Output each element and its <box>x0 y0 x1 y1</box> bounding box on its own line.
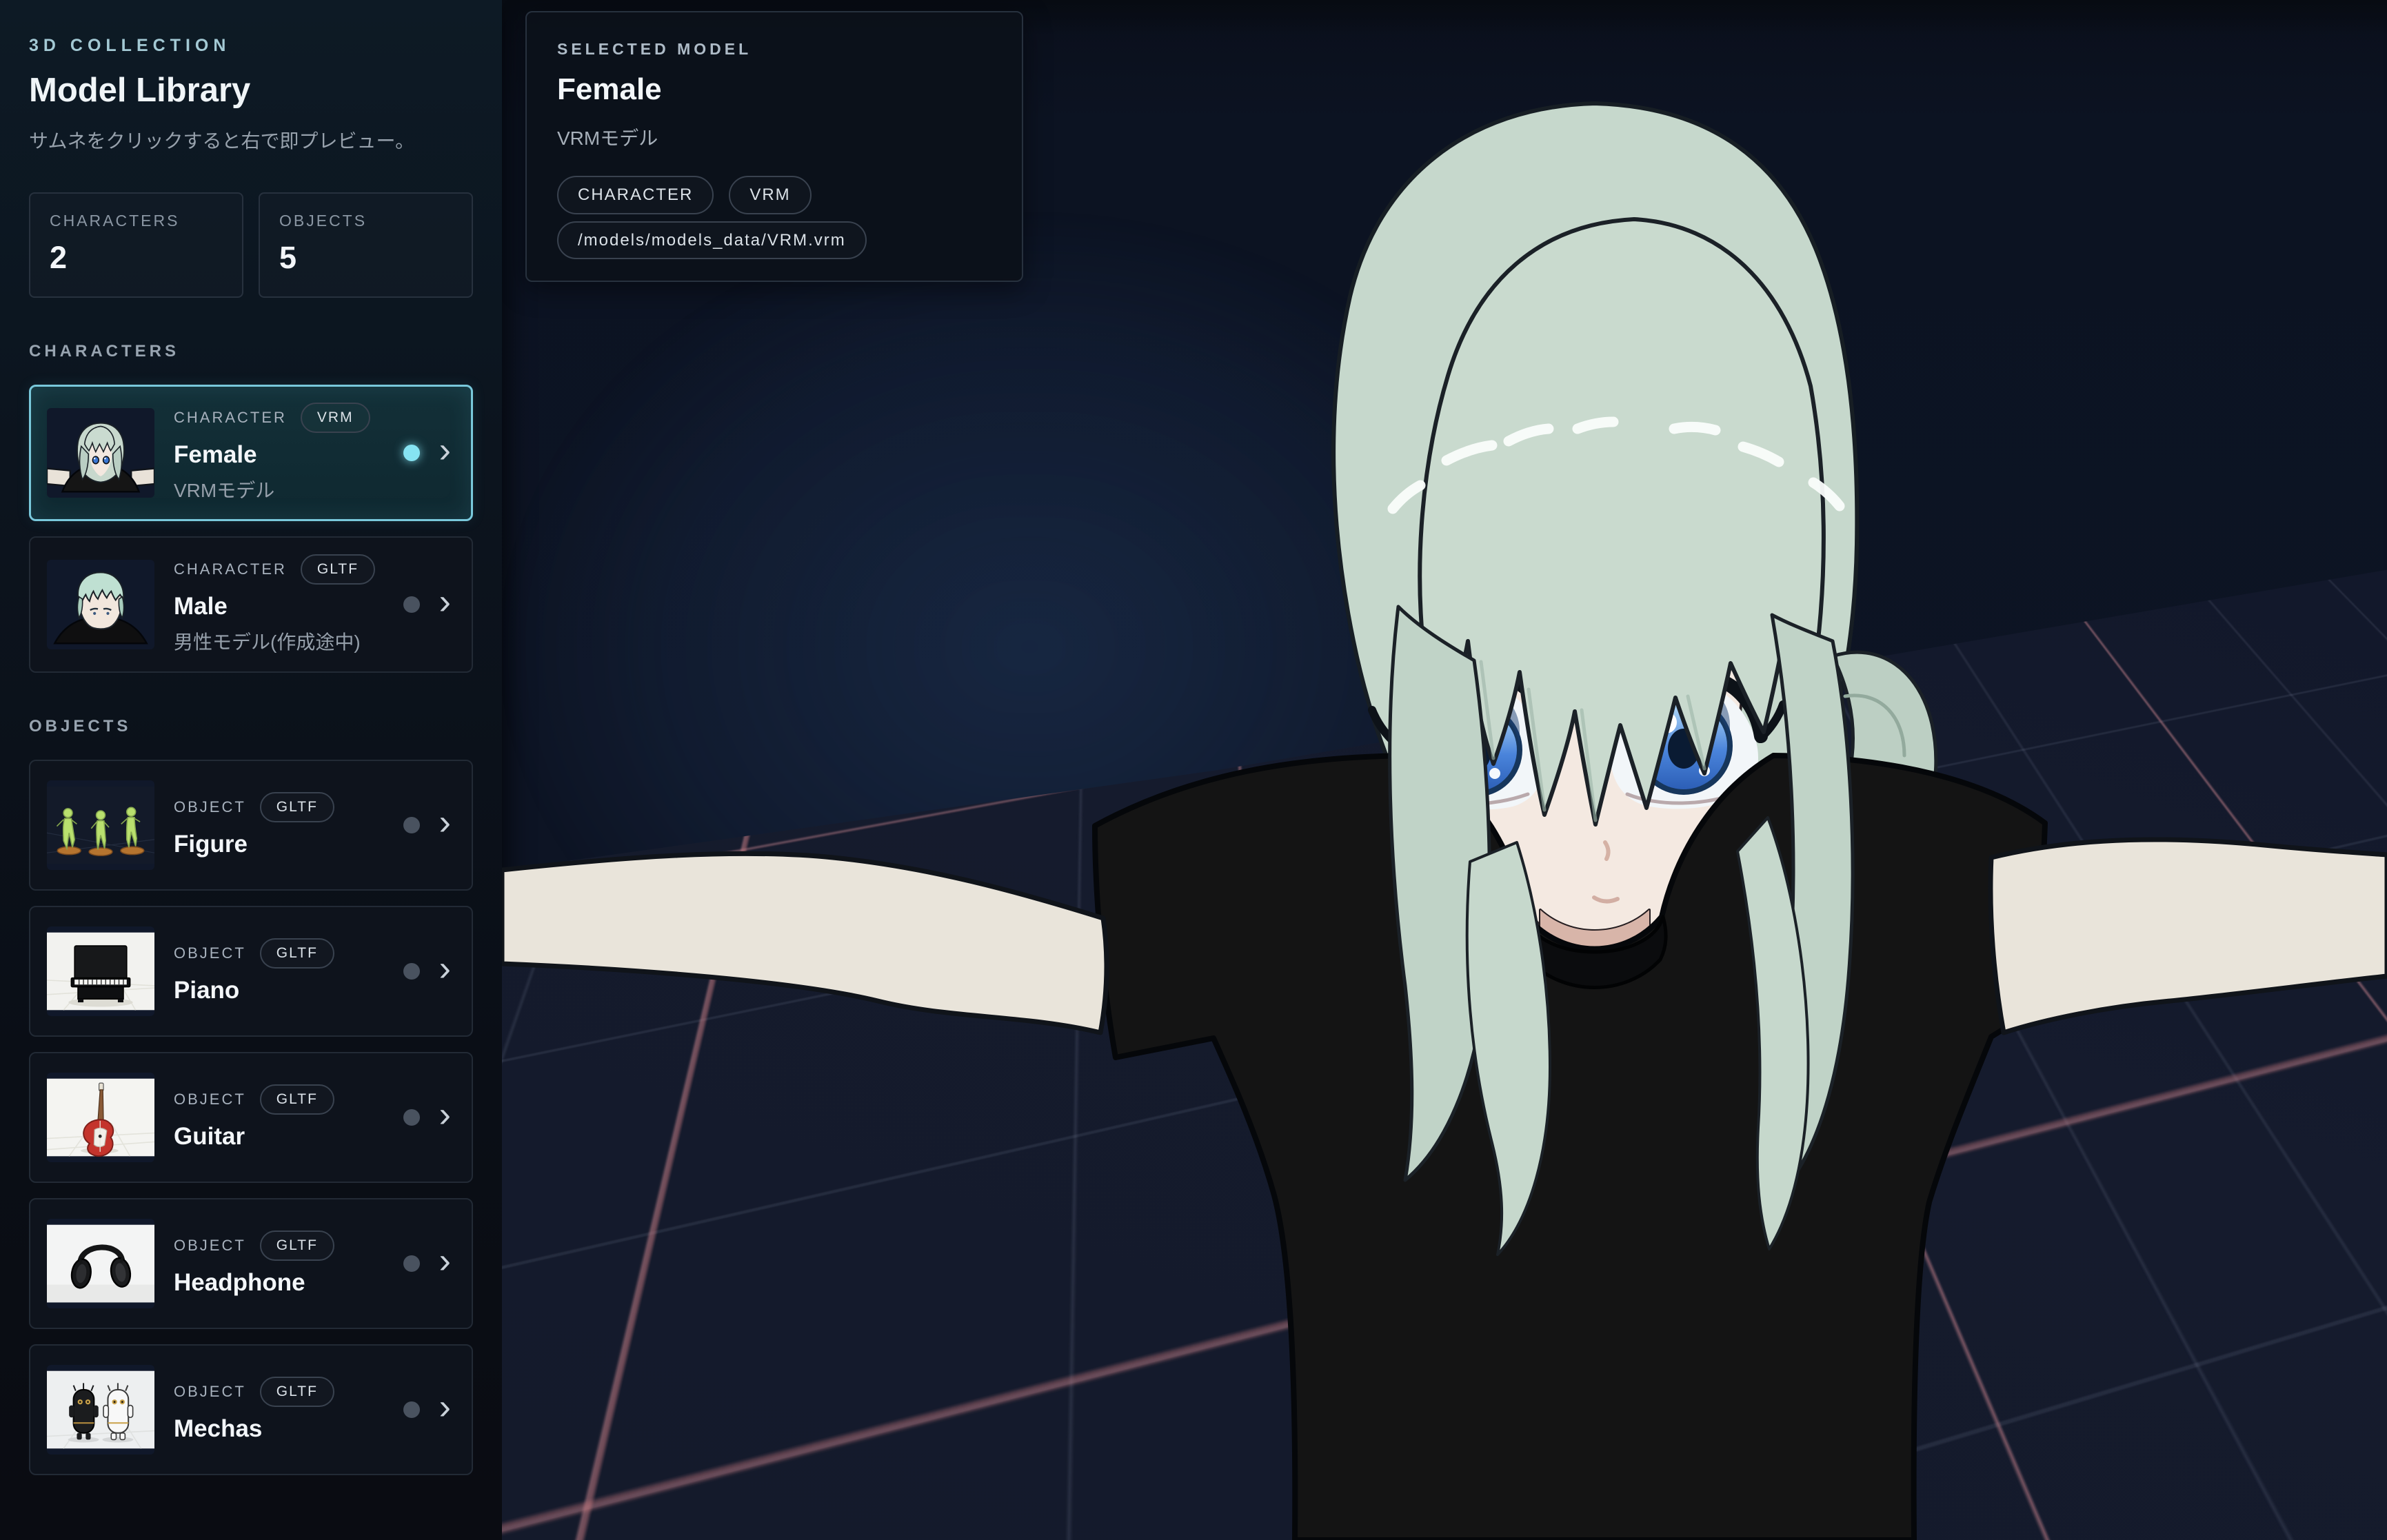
guitar-thumbnail-art <box>47 1073 154 1162</box>
model-format-badge: GLTF <box>260 792 334 822</box>
mechas-thumbnail-art <box>47 1365 154 1455</box>
model-thumbnail <box>47 1073 154 1162</box>
model-format-badge: GLTF <box>260 1377 334 1407</box>
selected-model-name: Female <box>557 72 991 107</box>
status-dot-icon <box>403 963 420 980</box>
section-label: CHARACTERS <box>29 342 473 361</box>
status-dot-icon <box>403 596 420 613</box>
model-thumbnail <box>47 1219 154 1308</box>
model-card-female[interactable]: CHARACTER VRM Female VRMモデル › <box>29 385 473 521</box>
model-card-piano[interactable]: OBJECT GLTF Piano › <box>29 906 473 1037</box>
status-dot-icon <box>403 1255 420 1272</box>
stat-label: OBJECTS <box>279 212 452 230</box>
stat-card: CHARACTERS 2 <box>29 192 243 298</box>
model-card-list: OBJECT GLTF Figure › OBJECT GLTF <box>29 760 473 1475</box>
model-kind-label: OBJECT <box>174 1091 246 1108</box>
model-kind-label: OBJECT <box>174 1383 246 1401</box>
model-thumbnail <box>47 1365 154 1455</box>
stats-row: CHARACTERS 2 OBJECTS 5 <box>29 192 473 298</box>
model-name: Figure <box>174 831 384 858</box>
model-name: Male <box>174 593 384 620</box>
model-kind-label: OBJECT <box>174 798 246 816</box>
page-title: Model Library <box>29 71 473 110</box>
selected-model-tag-character: CHARACTER <box>557 176 714 214</box>
selected-model-path: /models/models_data/VRM.vrm <box>557 221 867 259</box>
selected-model-tag-vrm: VRM <box>729 176 811 214</box>
model-kind-label: CHARACTER <box>174 409 287 427</box>
chevron-right-icon[interactable]: › <box>439 951 451 986</box>
model-format-badge: GLTF <box>260 1230 334 1261</box>
figure-thumbnail-art <box>47 780 154 870</box>
selected-model-panel: SELECTED MODEL Female VRMモデル CHARACTER VR… <box>525 11 1023 282</box>
headphone-thumbnail-art <box>47 1219 154 1308</box>
piano-thumbnail-art <box>47 926 154 1016</box>
model-description: VRMモデル <box>174 476 384 503</box>
status-dot-icon <box>403 1109 420 1126</box>
model-name: Guitar <box>174 1123 384 1151</box>
selected-model-path-badge: /models/models_data/VRM.vrm <box>557 231 867 250</box>
model-name: Headphone <box>174 1269 384 1297</box>
model-section: CHARACTERS CHARACTER VRM Female VRM <box>29 342 473 673</box>
model-name: Mechas <box>174 1415 384 1443</box>
sections-container: CHARACTERS CHARACTER VRM Female VRM <box>29 342 473 1475</box>
collection-eyebrow: 3D COLLECTION <box>29 36 473 56</box>
model-description: 男性モデル(作成途中) <box>174 627 384 655</box>
model-format-badge: GLTF <box>301 554 375 585</box>
model-thumbnail <box>47 560 154 649</box>
model-kind-label: CHARACTER <box>174 560 287 578</box>
female-thumbnail-art <box>47 408 154 498</box>
selected-model-tags: CHARACTER VRM <box>557 176 991 214</box>
model-thumbnail <box>47 926 154 1016</box>
model-format-badge: GLTF <box>260 938 334 969</box>
model-thumbnail <box>47 780 154 870</box>
model-card-figure[interactable]: OBJECT GLTF Figure › <box>29 760 473 891</box>
model-section: OBJECTS <box>29 717 473 1475</box>
stat-card: OBJECTS 5 <box>259 192 473 298</box>
model-format-badge: GLTF <box>260 1084 334 1115</box>
stat-value: 2 <box>50 240 223 276</box>
chevron-right-icon[interactable]: › <box>439 1389 451 1425</box>
chevron-right-icon[interactable]: › <box>439 1097 451 1133</box>
status-dot-icon <box>403 1401 420 1418</box>
model-card-mechas[interactable]: OBJECT GLTF Mechas › <box>29 1344 473 1475</box>
chevron-right-icon[interactable]: › <box>439 432 451 468</box>
page-subtitle: サムネをクリックすると右で即プレビュー。 <box>29 126 473 154</box>
model-card-guitar[interactable]: OBJECT GLTF Guitar › <box>29 1052 473 1183</box>
viewport-3d-canvas[interactable]: SELECTED MODEL Female VRMモデル CHARACTER VR… <box>502 0 2387 1540</box>
model-format-badge: VRM <box>301 403 370 433</box>
selected-model-description: VRMモデル <box>557 123 991 151</box>
stat-value: 5 <box>279 240 452 276</box>
model-card-male[interactable]: CHARACTER GLTF Male 男性モデル(作成途中) › <box>29 536 473 673</box>
stat-label: CHARACTERS <box>50 212 223 230</box>
model-name: Female <box>174 441 384 469</box>
model-kind-label: OBJECT <box>174 1237 246 1255</box>
chevron-right-icon[interactable]: › <box>439 1243 451 1279</box>
model-card-headphone[interactable]: OBJECT GLTF Headphone › <box>29 1198 473 1329</box>
model-library-sidebar: 3D COLLECTION Model Library サムネをクリックすると右… <box>0 0 502 1540</box>
model-card-list: CHARACTER VRM Female VRMモデル › <box>29 385 473 673</box>
status-dot-icon <box>403 817 420 833</box>
model-thumbnail <box>47 408 154 498</box>
status-dot-icon <box>403 445 420 461</box>
model-kind-label: OBJECT <box>174 944 246 962</box>
chevron-right-icon[interactable]: › <box>439 804 451 840</box>
section-label: OBJECTS <box>29 717 473 736</box>
chevron-right-icon[interactable]: › <box>439 584 451 620</box>
male-thumbnail-art <box>47 560 154 649</box>
selected-model-label: SELECTED MODEL <box>557 40 991 59</box>
model-name: Piano <box>174 977 384 1004</box>
